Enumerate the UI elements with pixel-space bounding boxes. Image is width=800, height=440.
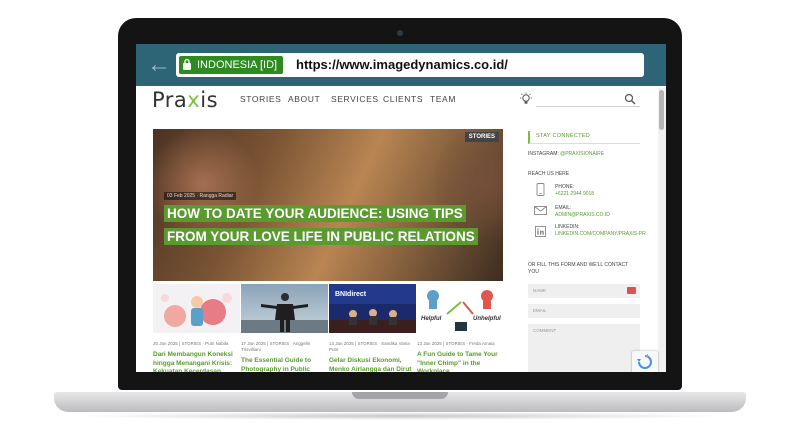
instagram-label: INSTAGRAM: (528, 151, 559, 157)
instagram-link[interactable]: @PRAXISIONAIRE (560, 151, 604, 157)
card-meta: 17 Jan 2025 | STORIES · Anggelin Trisvil… (241, 341, 311, 352)
webcam (397, 30, 403, 36)
linkedin-icon (535, 226, 546, 237)
article-card[interactable]: 20 Jan 2025 | STORIES · Putri Nabila Dar… (153, 284, 240, 372)
hero-article[interactable]: STORIES 03 Feb 2025 · Rangga Radiar HOW … (153, 129, 503, 281)
scrollbar[interactable] (658, 88, 666, 372)
recaptcha-badge[interactable] (632, 351, 658, 372)
card-meta: 20 Jan 2025 | STORIES · Putri Nabila (153, 341, 229, 346)
nav-about[interactable]: ABOUT (288, 94, 320, 104)
address-bar[interactable]: INDONESIA [ID] https://www.imagedynamics… (176, 53, 644, 77)
nav-stories[interactable]: STORIES (240, 94, 281, 104)
article-card[interactable]: Helpful Unhelpful 13 Jan 2025 | STORIES … (417, 284, 504, 372)
card-meta: 13 Jan 2025 | STORIES · Freda Amaia (417, 341, 495, 346)
form-intro: OR FILL THIS FORM AND WE'LL CONTACT YOU (528, 262, 629, 275)
card-image-illustration (153, 284, 240, 333)
hero-meta: 03 Feb 2025 · Rangga Radiar (164, 192, 237, 200)
laptop-mockup: ← INDONESIA [ID] https://www.imagedynami… (0, 0, 800, 440)
card-title[interactable]: Gelar Diskusi Ekonomi, Menko Airlangga d… (329, 357, 416, 372)
hero-category-tag[interactable]: STORIES (464, 132, 499, 142)
stay-connected-heading: STAY CONNECTED (528, 131, 640, 144)
scrollbar-thumb[interactable] (659, 90, 664, 130)
article-card[interactable]: 17 Jan 2025 | STORIES · Anggelin Trisvil… (241, 284, 328, 372)
phone-icon (536, 183, 545, 196)
logo-text-b: is (200, 88, 219, 112)
nav-clients[interactable]: CLIENTS (383, 94, 423, 104)
bni-label: BNIdirect (335, 291, 367, 298)
card-meta: 14 Jan 2025 | STORIES · Sandika Vania Pu… (329, 341, 410, 352)
email-field[interactable]: EMAIL (528, 304, 640, 318)
ev-certificate-badge[interactable]: INDONESIA [ID] (179, 56, 284, 74)
hero-title[interactable]: HOW TO DATE YOUR AUDIENCE: USING TIPS FR… (164, 202, 484, 248)
screen: ← INDONESIA [ID] https://www.imagedynami… (136, 44, 666, 372)
laptop-shadow (70, 412, 730, 420)
reach-us-heading: REACH US HERE (528, 171, 570, 177)
card-title[interactable]: A Fun Guide to Tame Your "Inner Chimp" i… (417, 351, 504, 372)
ev-label: INDONESIA [ID] (197, 59, 278, 71)
name-placeholder: NAME (533, 288, 547, 293)
card-image-photographer (241, 284, 328, 333)
name-field[interactable]: NAME (528, 284, 640, 298)
nav-services[interactable]: SERVICES (331, 94, 379, 104)
arrow-left-icon[interactable]: ← (146, 52, 172, 78)
card-image-stage-event: BNIdirect (329, 284, 416, 333)
logo-text-x: x (187, 88, 201, 112)
article-card[interactable]: BNIdirect 14 Jan 2025 | STORIES · Sandik… (329, 284, 416, 372)
card-title[interactable]: The Essential Guide to Photography in Pu… (241, 357, 328, 372)
helpful-label: Helpful (421, 316, 442, 322)
unhelpful-label: Unhelpful (473, 316, 501, 322)
url-text[interactable]: https://www.imagedynamics.co.id/ (296, 53, 508, 77)
card-image-chimp-cartoon: Helpful Unhelpful (417, 284, 504, 333)
logo-text-a: Pra (152, 88, 188, 112)
email-label: EMAIL: (555, 205, 572, 211)
browser-toolbar: ← INDONESIA [ID] https://www.imagedynami… (136, 44, 666, 86)
magnifier-icon[interactable] (624, 93, 636, 105)
linkedin-link[interactable]: LINKEDIN.COM/COMPANY/PRAXIS-PR (555, 231, 647, 237)
hero-title-text: HOW TO DATE YOUR AUDIENCE: USING TIPS FR… (164, 205, 478, 245)
card-title[interactable]: Dari Membangun Koneksi hingga Menangani … (153, 351, 240, 372)
search-input[interactable] (536, 106, 640, 107)
padlock-icon (183, 58, 191, 70)
phone-link[interactable]: +6221 2944 9018 (555, 191, 594, 197)
nav-team[interactable]: TEAM (430, 94, 456, 104)
lightbulb-icon[interactable] (519, 92, 533, 106)
comment-field[interactable]: COMMENT (528, 324, 640, 372)
instagram-line: INSTAGRAM: @PRAXISIONAIRE (528, 151, 604, 157)
autofill-icon[interactable] (627, 287, 636, 294)
linkedin-label: LINKEDIN: (555, 224, 580, 230)
recaptcha-icon (637, 354, 652, 369)
laptop-notch (352, 392, 448, 399)
site-logo[interactable]: Praxis (152, 88, 218, 112)
email-link[interactable]: ADMIN@PRAXIS.CO.ID (555, 212, 610, 218)
phone-label: PHONE: (555, 184, 575, 190)
envelope-icon (534, 206, 547, 215)
